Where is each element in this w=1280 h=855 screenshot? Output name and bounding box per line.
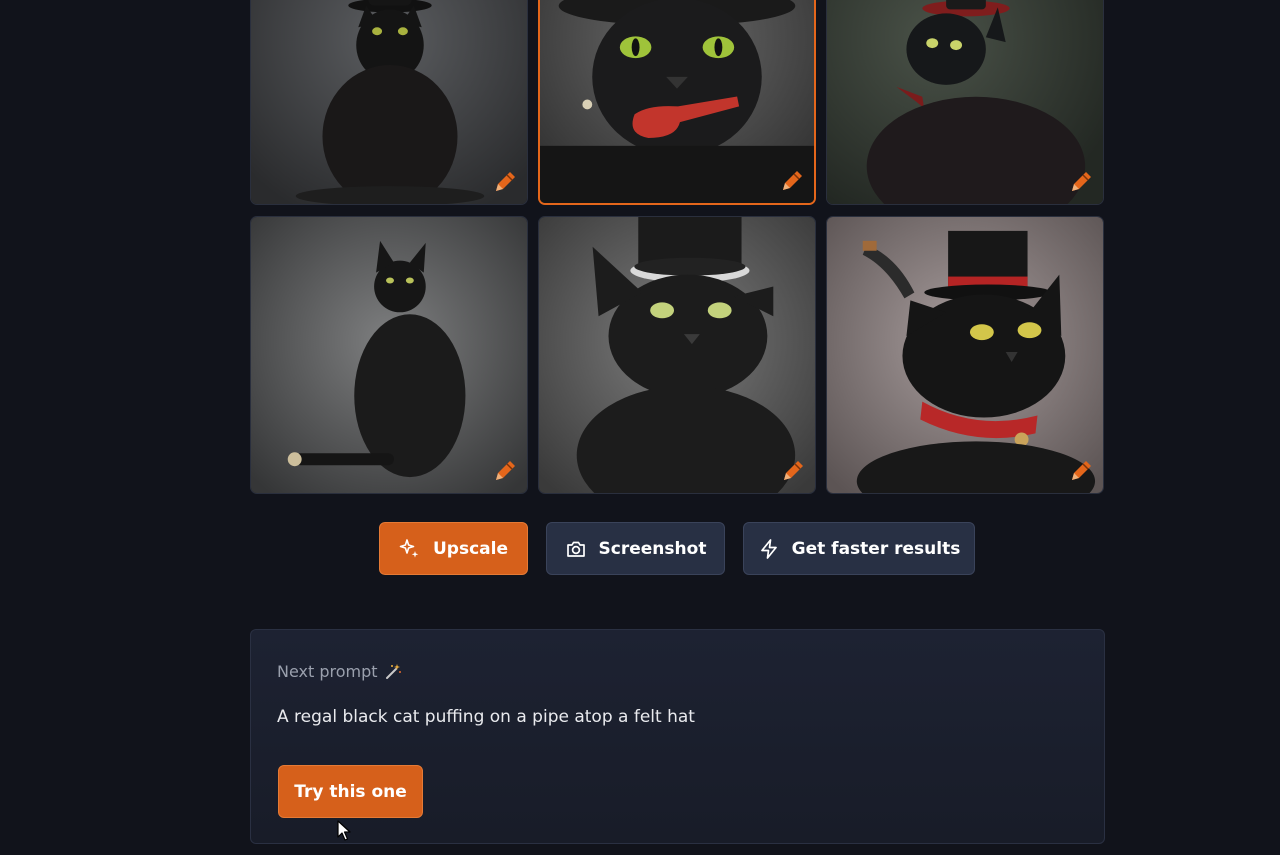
- try-this-one-button[interactable]: Try this one: [278, 765, 423, 818]
- get-faster-results-label: Get faster results: [791, 538, 961, 559]
- generated-image-6[interactable]: [826, 216, 1104, 494]
- camera-icon: [565, 538, 587, 560]
- pencil-icon[interactable]: [491, 168, 519, 196]
- generated-image-4[interactable]: [250, 216, 528, 494]
- upscale-label: Upscale: [433, 538, 508, 559]
- generated-image-3[interactable]: [826, 0, 1104, 205]
- upscale-button[interactable]: Upscale: [379, 522, 528, 575]
- pencil-icon[interactable]: [1067, 168, 1095, 196]
- cat-image: [827, 0, 1103, 204]
- pencil-icon[interactable]: [779, 457, 807, 485]
- cat-image: [251, 0, 527, 204]
- pencil-icon[interactable]: [491, 457, 519, 485]
- sparkle-icon: [399, 538, 421, 560]
- next-prompt-title: Next prompt: [277, 662, 378, 681]
- magic-wand-icon: [385, 663, 401, 679]
- lightning-icon: [758, 538, 780, 560]
- generated-image-2[interactable]: [538, 0, 816, 205]
- generated-image-5[interactable]: [538, 216, 816, 494]
- next-prompt-heading: Next prompt: [277, 662, 402, 681]
- next-prompt-text: A regal black cat puffing on a pipe atop…: [277, 707, 695, 727]
- cat-image: [539, 217, 815, 493]
- pencil-icon[interactable]: [778, 167, 806, 195]
- cat-image: [827, 217, 1103, 493]
- generated-image-1[interactable]: [250, 0, 528, 205]
- cat-image: [251, 217, 527, 493]
- pencil-icon[interactable]: [1067, 457, 1095, 485]
- screenshot-button[interactable]: Screenshot: [546, 522, 725, 575]
- next-prompt-card: Next prompt A regal black cat puffing on…: [250, 629, 1105, 844]
- mouse-cursor-icon: [337, 820, 351, 841]
- cat-image: [540, 0, 814, 203]
- page: Upscale Screenshot Get faster results Ne…: [0, 0, 1280, 855]
- get-faster-results-button[interactable]: Get faster results: [743, 522, 975, 575]
- screenshot-label: Screenshot: [598, 538, 707, 559]
